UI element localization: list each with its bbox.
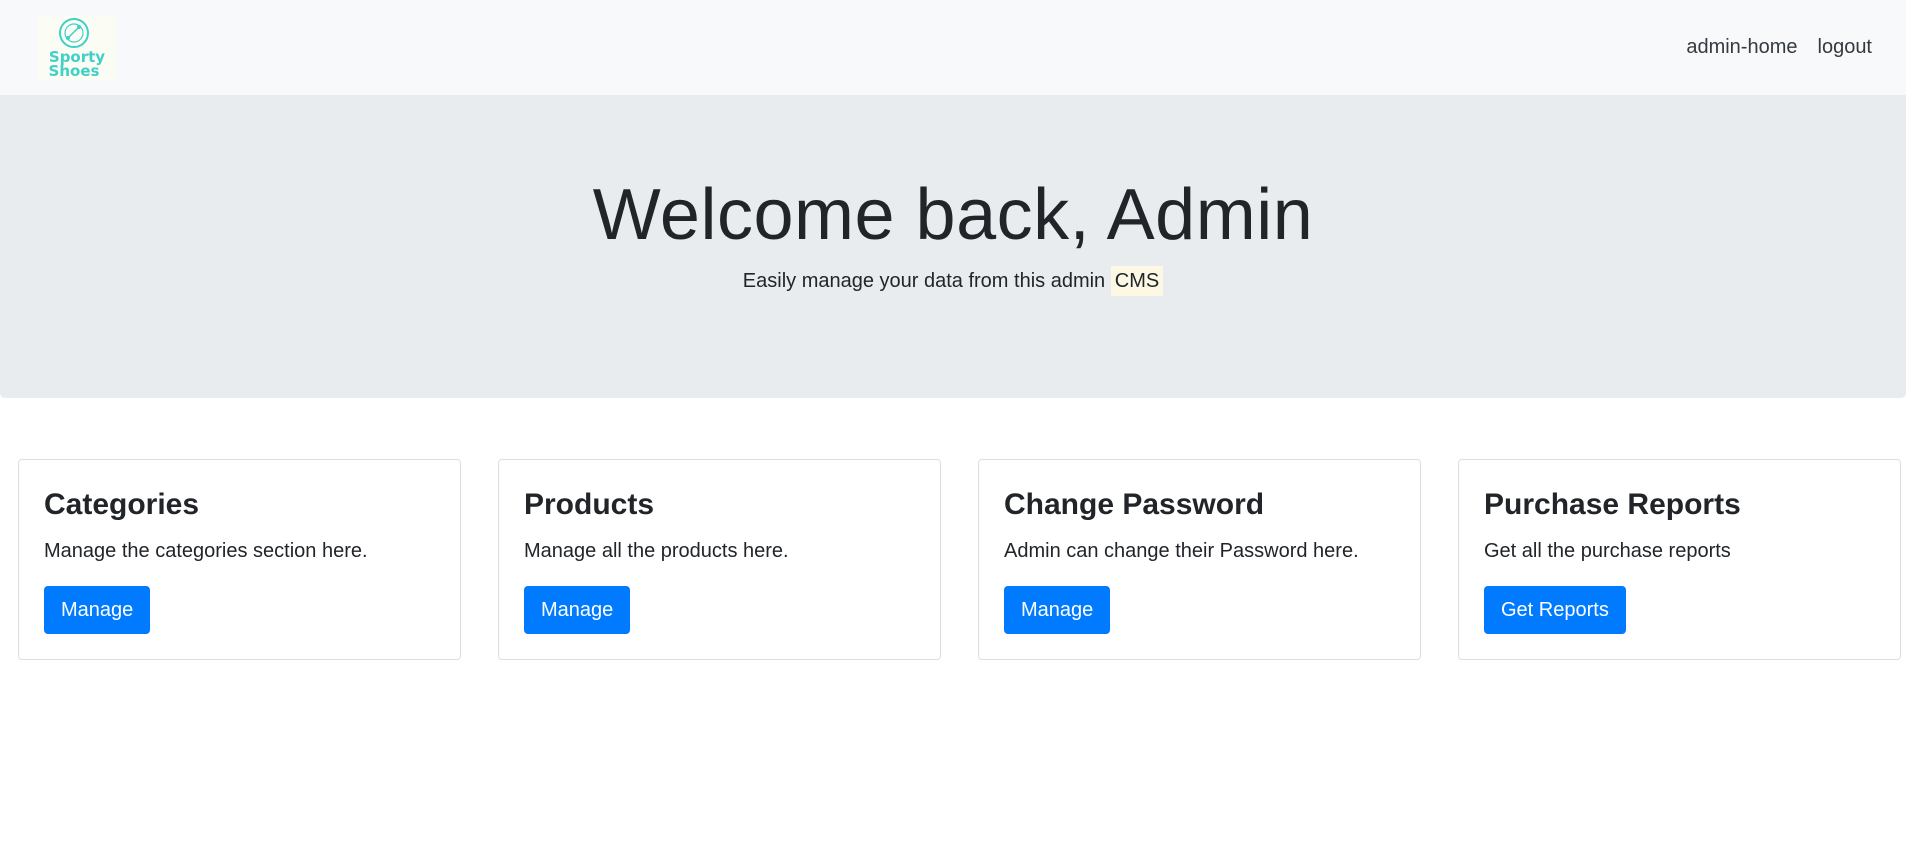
nav-link-admin-home[interactable]: admin-home <box>1686 36 1797 59</box>
hero-subtitle-highlight: CMS <box>1110 266 1164 296</box>
card-text: Manage the categories section here. <box>44 540 368 562</box>
nav-link-logout[interactable]: logout <box>1818 36 1873 59</box>
manage-categories-button[interactable]: Manage <box>44 586 151 634</box>
svg-text:Shoes: Shoes <box>49 62 100 80</box>
card-text: Manage all the products here. <box>524 540 789 562</box>
card-products: Products Manage all the products here. M… <box>498 459 941 660</box>
get-reports-button[interactable]: Get Reports <box>1484 586 1626 634</box>
manage-products-button[interactable]: Manage <box>524 586 631 634</box>
card-purchase-reports: Purchase Reports Get all the purchase re… <box>1458 459 1901 660</box>
hero-subtitle: Easily manage your data from this admin … <box>0 266 1906 296</box>
card-categories: Categories Manage the categories section… <box>18 459 461 660</box>
card-text: Admin can change their Password here. <box>1004 540 1359 562</box>
nav-links: admin-home logout <box>1686 36 1872 59</box>
manage-password-button[interactable]: Manage <box>1004 586 1111 634</box>
navbar: Sporty Shoes admin-home logout <box>0 0 1906 95</box>
card-text: Get all the purchase reports <box>1484 540 1731 562</box>
hero-title: Welcome back, Admin <box>592 175 1314 255</box>
sporty-shoes-logo-icon: Sporty Shoes <box>49 18 105 80</box>
brand-logo[interactable]: Sporty Shoes <box>38 16 116 80</box>
card-change-password: Change Password Admin can change their P… <box>978 459 1421 660</box>
card-title: Categories <box>44 488 200 521</box>
card-title: Products <box>524 488 655 521</box>
card-title: Change Password <box>1004 488 1265 521</box>
card-title: Purchase Reports <box>1484 488 1741 521</box>
hero-subtitle-text: Easily manage your data from this admin <box>742 270 1106 292</box>
hero-banner: Welcome back, Admin Easily manage your d… <box>0 95 1906 398</box>
